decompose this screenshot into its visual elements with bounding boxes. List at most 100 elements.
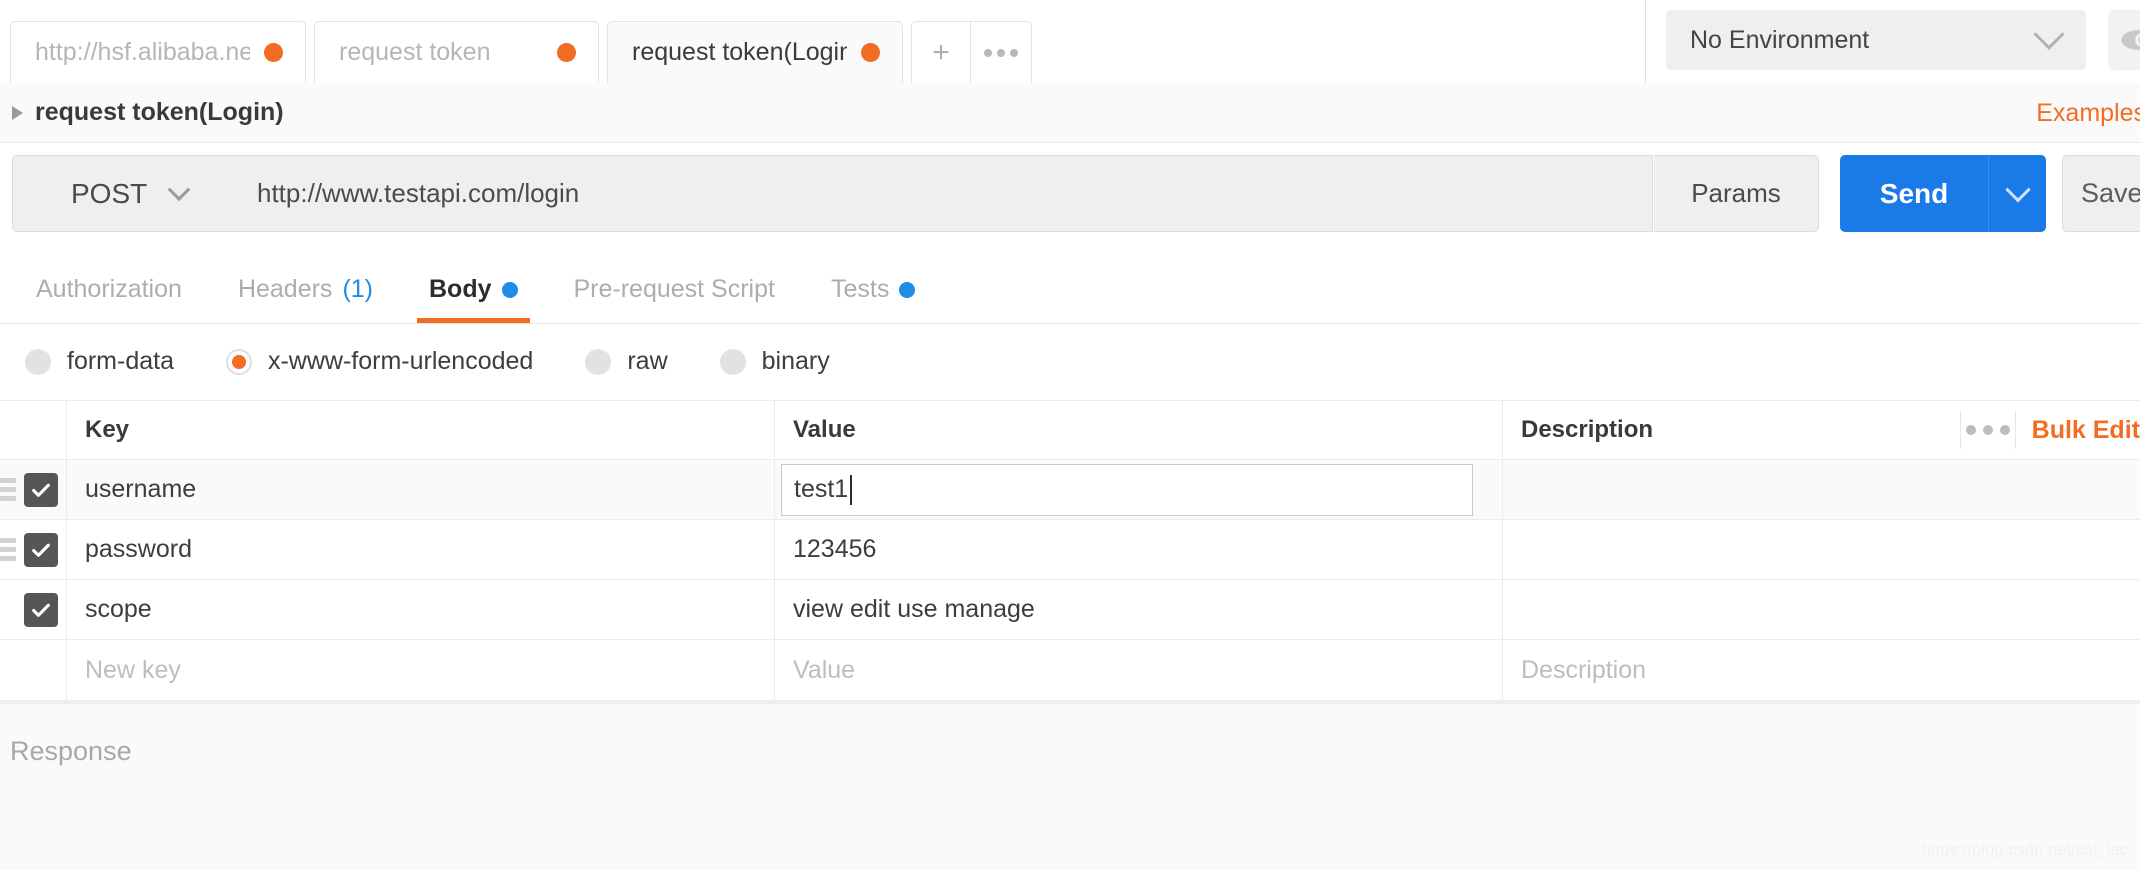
tab-options-button[interactable] xyxy=(970,21,1032,83)
request-tab-2[interactable]: request token xyxy=(314,21,599,83)
new-row-handle-cell xyxy=(0,640,67,700)
radio-raw-label: raw xyxy=(627,347,667,376)
send-button[interactable]: Send xyxy=(1840,155,1988,232)
postman-window: http://hsf.alibaba.ne request token requ… xyxy=(0,0,2140,870)
row-key-cell[interactable]: scope xyxy=(67,580,775,639)
bulk-edit-link[interactable]: Bulk Edit xyxy=(2016,416,2140,445)
radio-selected-icon xyxy=(226,349,252,375)
table-options-button[interactable] xyxy=(1961,425,2016,435)
check-icon xyxy=(30,479,52,501)
row-value-text: test1 xyxy=(794,475,848,504)
row-key-cell[interactable]: password xyxy=(67,520,775,579)
header-value: Value xyxy=(775,401,1503,459)
row-value-text: view edit use manage xyxy=(793,595,1035,624)
radio-form-data[interactable]: form-data xyxy=(25,347,174,376)
radio-x-www-form-urlencoded-label: x-www-form-urlencoded xyxy=(268,347,533,376)
radio-icon xyxy=(25,349,51,375)
request-tabs-container: http://hsf.alibaba.ne request token requ… xyxy=(0,0,1032,83)
header-description: Description xyxy=(1503,401,1960,459)
table-header-row: Key Value Description Bulk Edit xyxy=(0,400,2140,460)
header-handle-cell xyxy=(0,401,67,459)
drag-handle-icon[interactable] xyxy=(0,538,16,561)
radio-icon xyxy=(720,349,746,375)
chevron-down-icon xyxy=(2033,19,2064,50)
environment-selector[interactable]: No Environment xyxy=(1666,10,2086,70)
tab-headers[interactable]: Headers (1) xyxy=(210,256,401,323)
row-description-cell[interactable] xyxy=(1503,460,1960,519)
ellipsis-icon xyxy=(984,49,1018,57)
new-tab-button[interactable]: + xyxy=(911,21,970,83)
chevron-down-icon xyxy=(168,178,191,201)
save-label: Save xyxy=(2081,178,2140,209)
save-button[interactable]: Save xyxy=(2062,155,2140,232)
headers-count: (1) xyxy=(342,275,373,304)
url-input[interactable]: http://www.testapi.com/login xyxy=(233,155,1653,232)
tab-pre-request-script[interactable]: Pre-request Script xyxy=(546,256,803,323)
body-params-table: Key Value Description Bulk Edit username xyxy=(0,400,2140,700)
request-tab-3-active[interactable]: request token(Login xyxy=(607,21,903,83)
header-actions: Bulk Edit xyxy=(1960,401,2140,459)
send-label: Send xyxy=(1880,178,1948,210)
header-key: Key xyxy=(67,401,775,459)
new-row-actions-cell xyxy=(1960,640,2140,700)
request-tab-bar: http://hsf.alibaba.ne request token requ… xyxy=(0,0,2140,83)
table-row: password 123456 xyxy=(0,520,2140,580)
row-description-cell[interactable] xyxy=(1503,580,1960,639)
examples-link[interactable]: Examples xyxy=(2036,99,2140,128)
radio-raw[interactable]: raw xyxy=(585,347,667,376)
row-description-cell[interactable] xyxy=(1503,520,1960,579)
tab-pre-request-script-label: Pre-request Script xyxy=(574,275,775,304)
unsaved-dot-icon xyxy=(557,43,576,62)
row-checkbox[interactable] xyxy=(24,473,58,507)
row-value-input-active[interactable]: test1 xyxy=(781,464,1473,516)
radio-form-data-label: form-data xyxy=(67,347,174,376)
tab-authorization[interactable]: Authorization xyxy=(8,256,210,323)
table-new-row: New key Value Description xyxy=(0,640,2140,700)
row-key-cell[interactable]: username xyxy=(67,460,775,519)
request-tab-1-label: http://hsf.alibaba.ne xyxy=(35,38,250,67)
new-value-input[interactable]: Value xyxy=(775,640,1503,700)
row-key-value: username xyxy=(85,475,196,504)
tabbar-divider xyxy=(1645,0,1646,83)
send-options-button[interactable] xyxy=(1988,155,2046,232)
url-value: http://www.testapi.com/login xyxy=(257,178,579,209)
send-button-group: Send xyxy=(1840,155,2046,232)
url-row: POST http://www.testapi.com/login Params… xyxy=(0,155,2140,239)
http-method-selector[interactable]: POST xyxy=(12,155,234,232)
tests-indicator-dot-icon xyxy=(899,282,915,298)
row-actions-cell xyxy=(1960,520,2140,579)
request-tab-2-label: request token xyxy=(339,38,491,67)
radio-binary[interactable]: binary xyxy=(720,347,830,376)
caret-right-icon[interactable] xyxy=(12,106,23,120)
row-value-cell[interactable]: 123456 xyxy=(775,520,1503,579)
drag-handle-icon[interactable] xyxy=(0,478,16,501)
tab-tests-label: Tests xyxy=(831,275,889,304)
row-key-value: scope xyxy=(85,595,152,624)
row-value-cell[interactable]: test1 xyxy=(775,460,1503,519)
tab-headers-label: Headers xyxy=(238,275,333,304)
request-tab-3-label: request token(Login xyxy=(632,38,847,67)
page-title: request token(Login) xyxy=(35,98,284,127)
tab-tests[interactable]: Tests xyxy=(803,256,943,323)
new-key-input[interactable]: New key xyxy=(67,640,775,700)
params-button[interactable]: Params xyxy=(1654,155,1819,232)
table-row: scope view edit use manage xyxy=(0,580,2140,640)
body-indicator-dot-icon xyxy=(502,282,518,298)
row-value-cell[interactable]: view edit use manage xyxy=(775,580,1503,639)
environment-area: No Environment xyxy=(1666,10,2140,70)
new-description-input[interactable]: Description xyxy=(1503,640,1960,700)
radio-x-www-form-urlencoded[interactable]: x-www-form-urlencoded xyxy=(226,347,533,376)
row-value-text: 123456 xyxy=(793,535,876,564)
environment-quick-look-button[interactable] xyxy=(2108,10,2140,70)
tab-body[interactable]: Body xyxy=(401,256,546,323)
request-section-tabs: Authorization Headers (1) Body Pre-reque… xyxy=(0,256,2140,324)
row-handle-cell xyxy=(0,580,67,639)
request-tab-1[interactable]: http://hsf.alibaba.ne xyxy=(10,21,306,83)
tab-body-label: Body xyxy=(429,275,492,304)
plus-icon: + xyxy=(932,36,950,70)
body-type-radio-group: form-data x-www-form-urlencoded raw bina… xyxy=(0,324,2140,399)
row-checkbox[interactable] xyxy=(24,593,58,627)
row-checkbox[interactable] xyxy=(24,533,58,567)
text-caret xyxy=(850,475,852,505)
chevron-down-icon xyxy=(2005,177,2030,202)
